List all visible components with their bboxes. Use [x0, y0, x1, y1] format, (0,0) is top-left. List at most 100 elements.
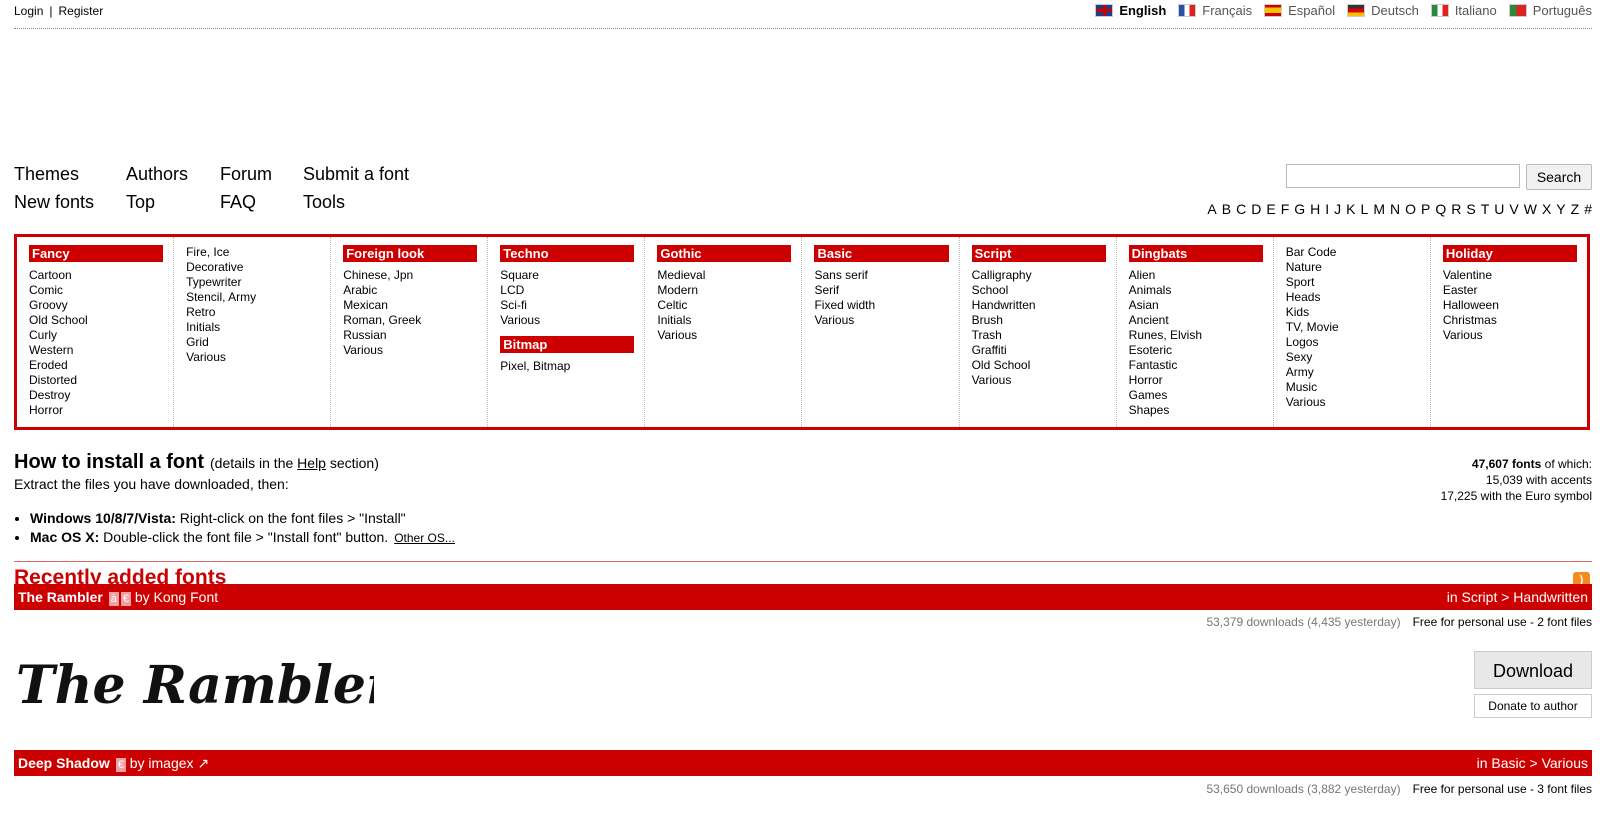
- category-link[interactable]: Pixel, Bitmap: [500, 359, 634, 374]
- category-link[interactable]: Graffiti: [972, 343, 1106, 358]
- category-link[interactable]: Roman, Greek: [343, 313, 477, 328]
- nav-tools[interactable]: Tools: [303, 192, 345, 213]
- category-link[interactable]: Eroded: [29, 358, 163, 373]
- category-link[interactable]: Brush: [972, 313, 1106, 328]
- nav-top[interactable]: Top: [126, 192, 155, 213]
- nav-forum[interactable]: Forum: [220, 164, 272, 185]
- category-link[interactable]: Old School: [972, 358, 1106, 373]
- category-link[interactable]: Square: [500, 268, 634, 283]
- category-link[interactable]: Fixed width: [814, 298, 948, 313]
- alphabet-letter-link[interactable]: C: [1236, 201, 1246, 217]
- font-name-link[interactable]: Deep Shadow: [18, 755, 110, 771]
- help-link[interactable]: Help: [297, 455, 326, 471]
- category-header-gothic[interactable]: Gothic: [657, 245, 792, 262]
- category-link[interactable]: Runes, Elvish: [1129, 328, 1263, 343]
- download-button[interactable]: Download: [1474, 651, 1592, 689]
- category-link[interactable]: Serif: [814, 283, 948, 298]
- category-link[interactable]: Esoteric: [1129, 343, 1263, 358]
- lang-italiano[interactable]: Italiano: [1430, 3, 1497, 18]
- category-link[interactable]: Various: [500, 313, 634, 328]
- category-link[interactable]: Medieval: [657, 268, 791, 283]
- lang-espanol[interactable]: Español: [1264, 3, 1335, 18]
- alphabet-letter-link[interactable]: H: [1310, 201, 1320, 217]
- font-category-link[interactable]: in Script > Handwritten: [1447, 584, 1588, 610]
- category-link[interactable]: Retro: [186, 305, 320, 320]
- category-link[interactable]: Initials: [657, 313, 791, 328]
- alphabet-letter-link[interactable]: G: [1294, 201, 1305, 217]
- alphabet-letter-link[interactable]: #: [1584, 201, 1592, 217]
- alphabet-letter-link[interactable]: A: [1207, 201, 1216, 217]
- category-link[interactable]: Music: [1286, 380, 1420, 395]
- category-link[interactable]: Sexy: [1286, 350, 1420, 365]
- category-link[interactable]: Christmas: [1443, 313, 1577, 328]
- alphabet-letter-link[interactable]: T: [1481, 201, 1490, 217]
- category-link[interactable]: Shapes: [1129, 403, 1263, 418]
- nav-new-fonts[interactable]: New fonts: [14, 192, 94, 213]
- category-link[interactable]: Trash: [972, 328, 1106, 343]
- category-link[interactable]: Nature: [1286, 260, 1420, 275]
- category-link[interactable]: Sans serif: [814, 268, 948, 283]
- category-link[interactable]: Various: [343, 343, 477, 358]
- category-link[interactable]: Sci-fi: [500, 298, 634, 313]
- category-link[interactable]: Alien: [1129, 268, 1263, 283]
- category-link[interactable]: Fantastic: [1129, 358, 1263, 373]
- category-header-holiday[interactable]: Holiday: [1442, 245, 1577, 262]
- register-link[interactable]: Register: [59, 4, 104, 18]
- category-link[interactable]: Curly: [29, 328, 163, 343]
- font-author-link[interactable]: by imagex: [130, 755, 194, 771]
- category-link[interactable]: LCD: [500, 283, 634, 298]
- category-link[interactable]: Comic: [29, 283, 163, 298]
- lang-portugues[interactable]: Português: [1508, 3, 1592, 18]
- category-link[interactable]: Halloween: [1443, 298, 1577, 313]
- category-header-foreign-look[interactable]: Foreign look: [343, 245, 478, 262]
- category-header-basic[interactable]: Basic: [814, 245, 949, 262]
- category-link[interactable]: Arabic: [343, 283, 477, 298]
- category-link[interactable]: Cartoon: [29, 268, 163, 283]
- category-link[interactable]: Typewriter: [186, 275, 320, 290]
- category-link[interactable]: Various: [186, 350, 320, 365]
- alphabet-letter-link[interactable]: V: [1509, 201, 1518, 217]
- nav-authors[interactable]: Authors: [126, 164, 188, 185]
- category-link[interactable]: Animals: [1129, 283, 1263, 298]
- category-link[interactable]: Western: [29, 343, 163, 358]
- category-link[interactable]: Kids: [1286, 305, 1420, 320]
- category-link[interactable]: Mexican: [343, 298, 477, 313]
- category-link[interactable]: Bar Code: [1286, 245, 1420, 260]
- login-link[interactable]: Login: [14, 4, 43, 18]
- category-link[interactable]: Various: [657, 328, 791, 343]
- lang-english[interactable]: English: [1095, 3, 1166, 18]
- alphabet-letter-link[interactable]: J: [1334, 201, 1341, 217]
- alphabet-letter-link[interactable]: P: [1421, 201, 1430, 217]
- category-link[interactable]: Chinese, Jpn: [343, 268, 477, 283]
- category-link[interactable]: Various: [1443, 328, 1577, 343]
- category-link[interactable]: Modern: [657, 283, 791, 298]
- category-link[interactable]: Heads: [1286, 290, 1420, 305]
- category-link[interactable]: Handwritten: [972, 298, 1106, 313]
- category-link[interactable]: Various: [1286, 395, 1420, 410]
- category-link[interactable]: Games: [1129, 388, 1263, 403]
- alphabet-letter-link[interactable]: I: [1325, 201, 1329, 217]
- search-input[interactable]: [1286, 164, 1520, 188]
- category-header-fancy[interactable]: Fancy: [29, 245, 164, 262]
- alphabet-letter-link[interactable]: W: [1524, 201, 1537, 217]
- lang-deutsch[interactable]: Deutsch: [1347, 3, 1419, 18]
- category-link[interactable]: Easter: [1443, 283, 1577, 298]
- category-link[interactable]: Celtic: [657, 298, 791, 313]
- category-link[interactable]: Army: [1286, 365, 1420, 380]
- category-link[interactable]: TV, Movie: [1286, 320, 1420, 335]
- category-link[interactable]: Horror: [29, 403, 163, 418]
- external-link-icon[interactable]: ↗: [197, 755, 209, 771]
- other-os-link[interactable]: Other OS...: [394, 531, 455, 545]
- category-header-dingbats[interactable]: Dingbats: [1128, 245, 1263, 262]
- category-link[interactable]: Valentine: [1443, 268, 1577, 283]
- category-link[interactable]: Decorative: [186, 260, 320, 275]
- nav-faq[interactable]: FAQ: [220, 192, 256, 213]
- category-link[interactable]: Russian: [343, 328, 477, 343]
- category-link[interactable]: Asian: [1129, 298, 1263, 313]
- category-link[interactable]: Old School: [29, 313, 163, 328]
- alphabet-letter-link[interactable]: N: [1390, 201, 1400, 217]
- alphabet-letter-link[interactable]: X: [1542, 201, 1551, 217]
- category-link[interactable]: Various: [972, 373, 1106, 388]
- alphabet-letter-link[interactable]: R: [1451, 201, 1461, 217]
- category-link[interactable]: Groovy: [29, 298, 163, 313]
